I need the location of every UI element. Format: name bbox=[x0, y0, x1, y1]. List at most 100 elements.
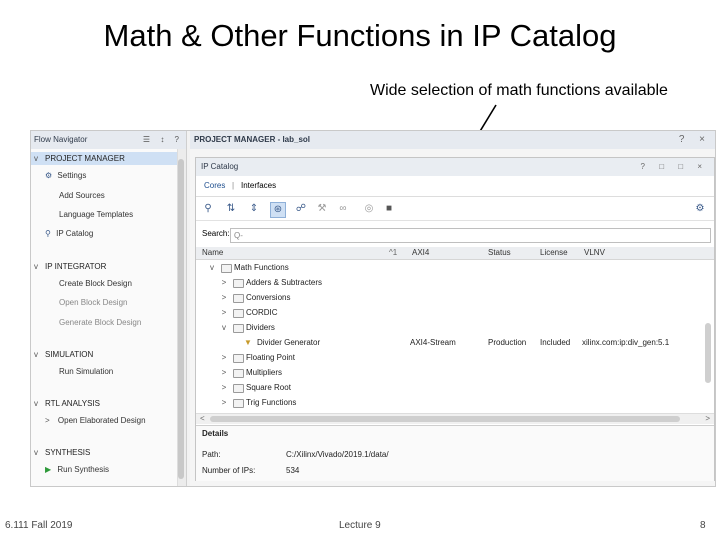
nav-item-open-elaborated-design[interactable]: > Open Elaborated Design bbox=[45, 416, 146, 425]
gear-icon[interactable]: ⚙ bbox=[693, 202, 707, 216]
chevron-right-icon[interactable]: > bbox=[220, 380, 228, 395]
vertical-scroll-thumb[interactable] bbox=[705, 323, 711, 383]
tree-row-cordic[interactable]: > CORDIC bbox=[196, 305, 714, 320]
details-title: Details bbox=[202, 429, 229, 438]
gear-icon: ⚙ bbox=[45, 171, 53, 180]
chevron-down-icon[interactable]: v bbox=[220, 320, 228, 335]
tab-separator: | bbox=[232, 181, 235, 190]
hierarchy-icon[interactable]: ☍ bbox=[294, 202, 308, 216]
link-icon[interactable]: ∞ bbox=[336, 202, 350, 216]
nav-item-settings[interactable]: ⚙ Settings bbox=[45, 171, 86, 180]
tree-row-dividers[interactable]: v Dividers bbox=[196, 320, 714, 335]
folder-icon bbox=[233, 324, 244, 333]
ip-catalog-title: IP Catalog bbox=[201, 162, 239, 171]
folder-icon bbox=[233, 399, 244, 408]
project-manager-controls[interactable]: ? × bbox=[679, 131, 711, 149]
ip-catalog-window: IP Catalog ? □ □ × Cores | Interfaces ⚲ … bbox=[195, 157, 715, 481]
tree-row-math-functions[interactable]: v Math Functions bbox=[196, 260, 714, 275]
chevron-right-icon: > bbox=[45, 416, 50, 425]
sort-indicator: ^1 bbox=[389, 248, 398, 257]
nav-item-generate-block-design[interactable]: Generate Block Design bbox=[59, 318, 141, 327]
chevron-right-icon[interactable]: > bbox=[220, 350, 228, 365]
footer-lecture: Lecture 9 bbox=[339, 520, 381, 531]
tree-row-adders-subtracters[interactable]: > Adders & Subtracters bbox=[196, 275, 714, 290]
wrench-icon[interactable]: ⚒ bbox=[315, 202, 329, 216]
nav-item-language-templates[interactable]: Language Templates bbox=[59, 210, 133, 219]
nav-section-project-manager[interactable]: v PROJECT MANAGER bbox=[31, 152, 177, 165]
folder-icon bbox=[233, 369, 244, 378]
nav-section-label: PROJECT MANAGER bbox=[45, 154, 125, 163]
col-axi4[interactable]: AXI4 bbox=[412, 247, 429, 259]
annotation-text: Wide selection of math functions availab… bbox=[370, 82, 668, 99]
details-path-value: C:/Xilinx/Vivado/2019.1/data/ bbox=[286, 450, 389, 459]
chevron-right-icon[interactable]: > bbox=[220, 275, 228, 290]
scroll-right-icon[interactable]: > bbox=[705, 414, 710, 424]
footer-course: 6.111 Fall 2019 bbox=[5, 520, 73, 531]
col-status[interactable]: Status bbox=[488, 247, 511, 259]
pin-icon: ⚲ bbox=[45, 229, 51, 238]
flow-navigator: Flow Navigator ☰ ↕ ? v PROJECT MANAGER ⚙… bbox=[31, 131, 187, 486]
tree-row-conversions[interactable]: > Conversions bbox=[196, 290, 714, 305]
tree-row-multipliers[interactable]: > Multipliers bbox=[196, 365, 714, 380]
nav-item-ip-catalog[interactable]: ⚲ IP Catalog bbox=[45, 229, 93, 238]
folder-icon bbox=[233, 354, 244, 363]
expand-all-icon[interactable]: ⇕ bbox=[247, 202, 261, 216]
col-license[interactable]: License bbox=[540, 247, 568, 259]
details-path-label: Path: bbox=[202, 450, 221, 459]
search-input[interactable]: Q- bbox=[230, 228, 711, 243]
compatibility-icon[interactable]: ◎ bbox=[362, 202, 376, 216]
tree-row-divider-generator[interactable]: ▼ Divider Generator AXI4-Stream Producti… bbox=[196, 335, 714, 350]
nav-item-run-synthesis[interactable]: ▶ Run Synthesis bbox=[45, 465, 109, 474]
flow-navigator-title: Flow Navigator bbox=[34, 135, 88, 144]
horizontal-scrollbar[interactable]: < > bbox=[196, 413, 714, 424]
tab-cores[interactable]: Cores bbox=[204, 176, 225, 196]
flow-navigator-scroll-thumb[interactable] bbox=[178, 159, 184, 479]
ip-catalog-header: IP Catalog ? □ □ × bbox=[196, 158, 714, 176]
search-row: Search: Q- bbox=[196, 223, 714, 245]
ip-catalog-controls[interactable]: ? □ □ × bbox=[641, 158, 708, 176]
ip-tree: v Math Functions > Adders & Subtracters … bbox=[196, 260, 714, 410]
ip-catalog-toolbar: ⚲ ⇅ ⇕ ⊛ ☍ ⚒ ∞ ◎ ■ ⚙ bbox=[196, 198, 714, 221]
folder-icon bbox=[233, 279, 244, 288]
ip-core-icon: ▼ bbox=[244, 338, 252, 347]
flow-navigator-header: Flow Navigator ☰ ↕ ? bbox=[31, 131, 186, 149]
col-vlnv[interactable]: VLNV bbox=[584, 247, 605, 259]
tree-row-square-root[interactable]: > Square Root bbox=[196, 380, 714, 395]
col-name[interactable]: Name bbox=[202, 247, 223, 259]
chevron-right-icon[interactable]: > bbox=[220, 365, 228, 380]
scroll-left-icon[interactable]: < bbox=[200, 414, 205, 424]
play-icon: ▶ bbox=[45, 465, 52, 474]
chevron-right-icon[interactable]: > bbox=[220, 395, 228, 410]
group-icon[interactable]: ⊛ bbox=[270, 202, 286, 218]
search-label: Search: bbox=[202, 229, 230, 238]
chevron-right-icon[interactable]: > bbox=[220, 290, 228, 305]
nav-item-add-sources[interactable]: Add Sources bbox=[59, 191, 105, 200]
stop-icon[interactable]: ■ bbox=[382, 202, 396, 216]
tree-row-trig-functions[interactable]: > Trig Functions bbox=[196, 395, 714, 410]
folder-icon bbox=[233, 294, 244, 303]
slide-title: Math & Other Functions in IP Catalog bbox=[103, 18, 617, 53]
project-manager-panel: PROJECT MANAGER - lab_sol ? × IP Catalog… bbox=[190, 131, 715, 486]
flow-navigator-controls[interactable]: ☰ ↕ ? bbox=[143, 131, 183, 149]
project-manager-title: PROJECT MANAGER - lab_sol bbox=[194, 135, 311, 144]
table-header: Name ^1 AXI4 Status License VLNV bbox=[196, 247, 714, 260]
footer-page-number: 8 bbox=[700, 520, 706, 531]
horizontal-scroll-thumb[interactable] bbox=[210, 416, 680, 422]
collapse-all-icon[interactable]: ⇅ bbox=[224, 202, 238, 216]
chevron-down-icon[interactable]: v bbox=[208, 260, 216, 275]
nav-item-open-block-design[interactable]: Open Block Design bbox=[59, 298, 127, 307]
project-manager-header: PROJECT MANAGER - lab_sol ? × bbox=[190, 131, 715, 149]
vivado-screenshot: Flow Navigator ☰ ↕ ? v PROJECT MANAGER ⚙… bbox=[30, 130, 716, 487]
tree-row-floating-point[interactable]: > Floating Point bbox=[196, 350, 714, 365]
details-ip-count-value: 534 bbox=[286, 466, 300, 475]
nav-item-create-block-design[interactable]: Create Block Design bbox=[59, 279, 132, 288]
search-icon[interactable]: ⚲ bbox=[201, 202, 215, 216]
folder-icon bbox=[221, 264, 232, 273]
details-ip-count-label: Number of IPs: bbox=[202, 466, 256, 475]
details-panel: Details Path: C:/Xilinx/Vivado/2019.1/da… bbox=[196, 425, 714, 481]
ip-catalog-tabs: Cores | Interfaces bbox=[196, 176, 714, 197]
folder-icon bbox=[233, 384, 244, 393]
nav-item-run-simulation[interactable]: Run Simulation bbox=[59, 367, 113, 376]
chevron-right-icon[interactable]: > bbox=[220, 305, 228, 320]
tab-interfaces[interactable]: Interfaces bbox=[241, 176, 276, 196]
